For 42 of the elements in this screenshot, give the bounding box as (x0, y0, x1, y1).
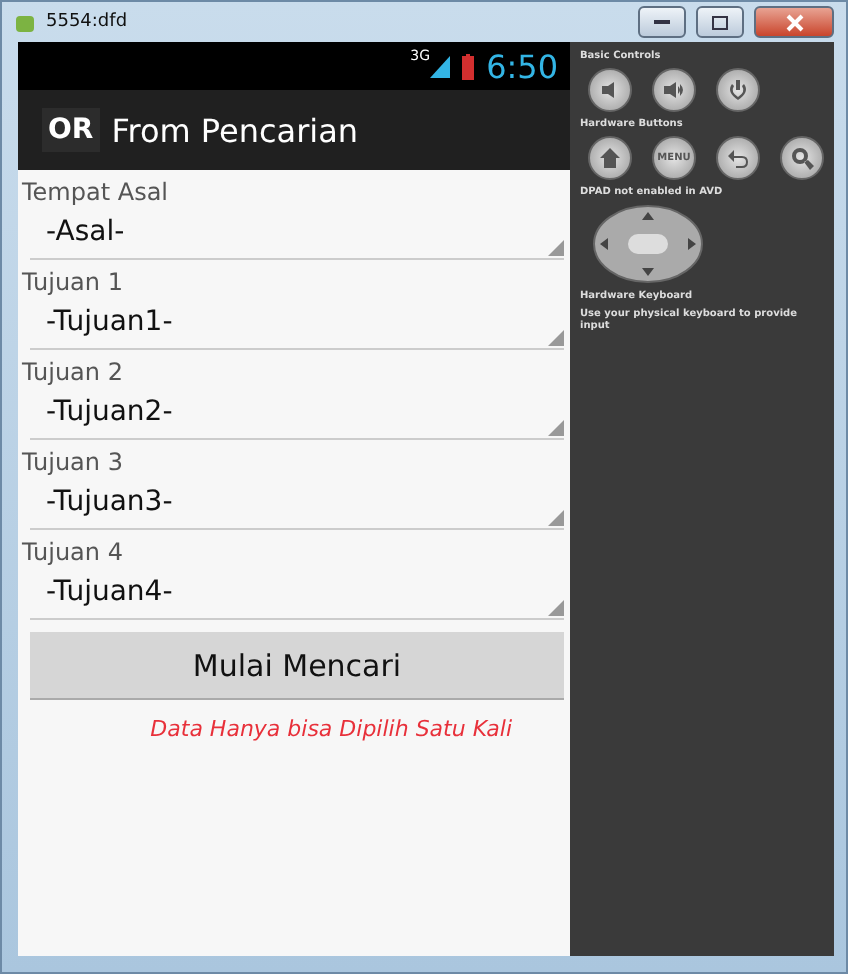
dropdown-corner-icon (548, 240, 564, 256)
power-button[interactable] (716, 68, 760, 112)
field-label: Tujuan 1 (22, 268, 125, 296)
android-icon (14, 11, 36, 33)
field-label: Tujuan 4 (22, 538, 125, 566)
window-title: 5554:dfd (46, 12, 130, 32)
minimize-button[interactable] (638, 6, 686, 38)
field-label: Tujuan 3 (22, 448, 125, 476)
dropdown[interactable]: -Tujuan2- (30, 386, 564, 440)
signal-icon (430, 55, 451, 77)
dropdown[interactable]: -Tujuan1- (30, 296, 564, 350)
info-note: Data Hanya bisa Dipilih Satu Kali (150, 716, 512, 742)
screen-title: From Pencarian (111, 111, 359, 149)
house-icon (598, 146, 622, 170)
back-arrow-icon (726, 146, 750, 170)
app-logo: OR (42, 108, 100, 152)
dropdown[interactable]: -Asal- (30, 206, 564, 260)
back-button[interactable] (716, 136, 760, 180)
clock: 6:50 (486, 47, 558, 85)
dropdown-corner-icon (548, 510, 564, 526)
close-icon (785, 13, 803, 31)
search-button[interactable] (780, 136, 824, 180)
dropdown[interactable]: -Tujuan3- (30, 476, 564, 530)
field-label: Tujuan 2 (22, 358, 125, 386)
volume-down-button[interactable] (588, 68, 632, 112)
maximize-button[interactable] (696, 6, 744, 38)
battery-icon (462, 53, 475, 79)
dropdown[interactable]: -Tujuan4- (30, 566, 564, 620)
field-label: Tempat Asal (22, 178, 171, 206)
volume-up-button[interactable] (652, 68, 696, 112)
close-button[interactable] (754, 6, 834, 38)
dropdown-corner-icon (548, 420, 564, 436)
dropdown-corner-icon (548, 330, 564, 346)
minimize-icon (654, 19, 670, 25)
speaker-icon (662, 78, 686, 102)
home-button[interactable] (588, 136, 632, 180)
search-icon (790, 146, 814, 170)
dropdown-corner-icon (548, 600, 564, 616)
dpad-drawing (592, 204, 704, 284)
search-button[interactable]: Mulai Mencari (30, 632, 564, 700)
power-icon (726, 78, 750, 102)
maximize-icon (712, 15, 728, 29)
